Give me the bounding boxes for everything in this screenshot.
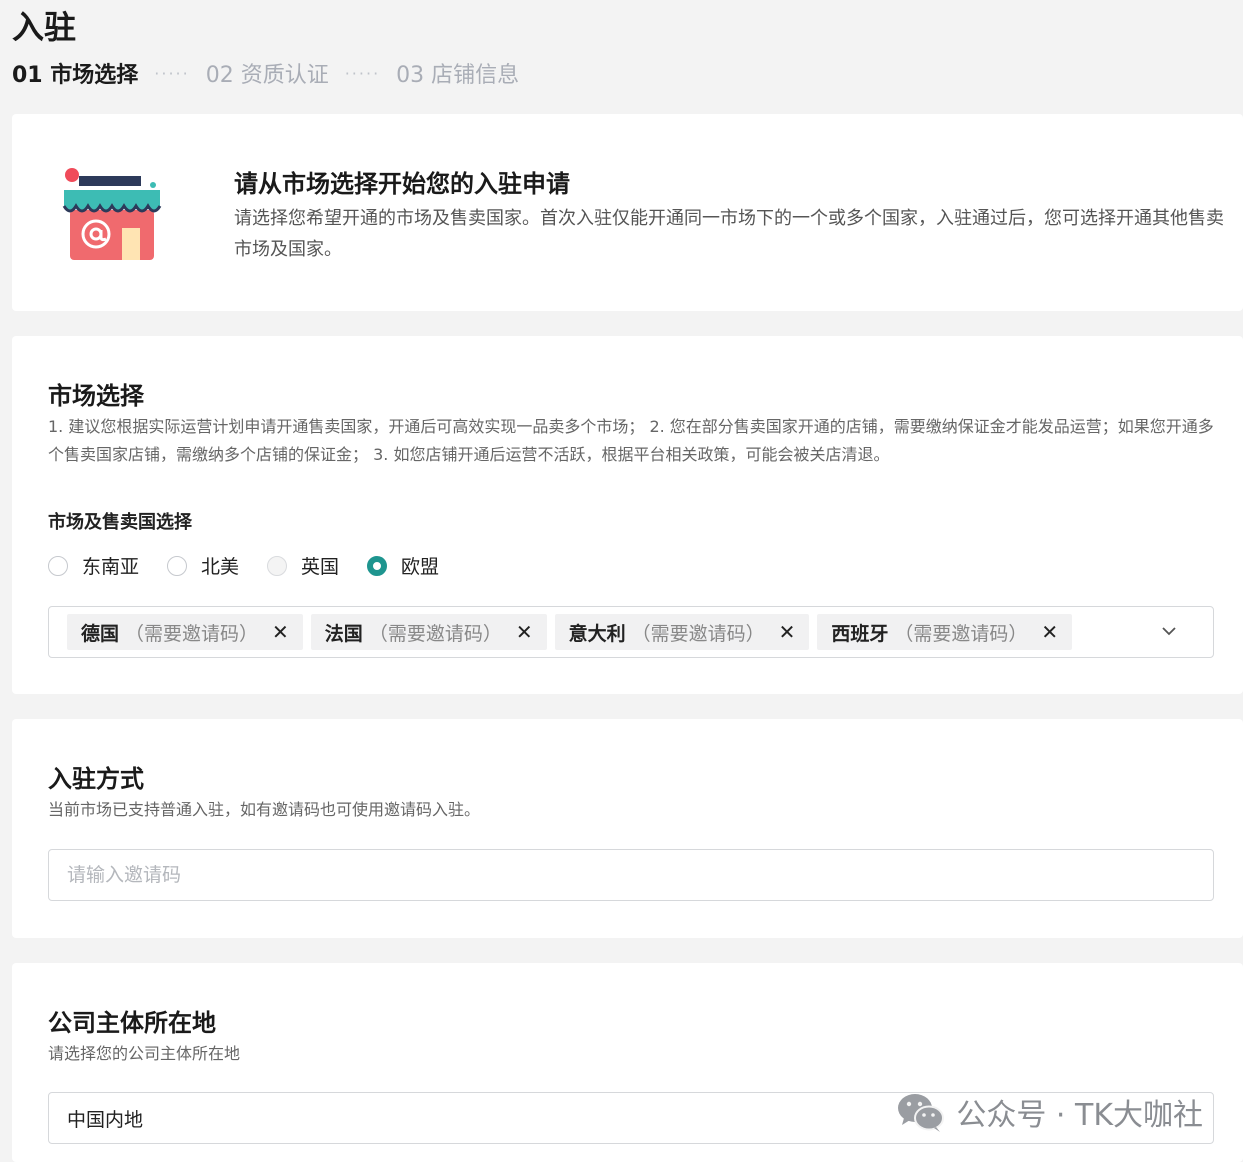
market-radio-group: 东南亚 北美 英国 欧盟 [48,552,467,579]
shop-icon [62,168,162,260]
close-icon[interactable]: ✕ [779,622,796,642]
watermark-text: 公众号 · TK大咖社 [956,1098,1203,1133]
close-icon[interactable]: ✕ [516,622,533,642]
tag-name: 德国 [81,622,120,645]
country-tag-france: 法国 （需要邀请码） ✕ [310,614,547,650]
intro-title: 请从市场选择开始您的入驻申请 [234,170,570,198]
radio-circle [48,555,68,576]
radio-label: 东南亚 [82,556,140,578]
country-tag-germany: 德国 （需要邀请码） ✕ [67,614,303,650]
market-description: 1. 建议您根据实际运营计划申请开通售卖国家，开通后可高效实现一品卖多个市场； … [48,417,1214,464]
radio-eu[interactable]: 欧盟 [367,552,439,579]
radio-circle [267,555,288,576]
close-icon[interactable]: ✕ [272,622,289,642]
step-separator: ····· [154,63,190,83]
radio-label: 北美 [201,556,240,578]
tag-note: （需要邀请码） [368,622,502,645]
tag-name: 意大利 [568,622,626,645]
radio-label: 英国 [301,556,340,578]
country-tag-italy: 意大利 （需要邀请码） ✕ [554,614,810,650]
step-qualification: 02 资质认证 [205,63,329,88]
close-icon[interactable]: ✕ [1041,622,1058,642]
method-title: 入驻方式 [48,765,144,793]
tag-note: （需要邀请码） [631,622,765,645]
company-description: 请选择您的公司主体所在地 [48,1044,241,1063]
radio-label: 欧盟 [401,556,440,578]
chevron-down-icon[interactable] [1159,621,1179,641]
tag-note: （需要邀请码） [894,622,1028,645]
step-shop-info: 03 店铺信息 [396,63,520,88]
stepper: 01 市场选择 ····· 02 资质认证 ····· 03 店铺信息 [12,57,519,89]
radio-circle [167,555,188,576]
intro-description: 请选择您希望开通的市场及售卖国家。首次入驻仅能开通同一市场下的一个或多个国家，入… [234,208,1224,260]
page-title: 入驻 [12,8,77,46]
country-multi-select[interactable]: 德国 （需要邀请码） ✕ 法国 （需要邀请码） ✕ 意大利 （需要邀请码） ✕ … [48,606,1214,658]
market-title: 市场选择 [48,382,144,410]
method-card: 入驻方式 当前市场已支持普通入驻，如有邀请码也可使用邀请码入驻。 [12,719,1243,938]
wechat-icon [898,1094,945,1132]
tag-name: 西班牙 [831,622,889,645]
company-location-value: 中国内地 [67,1108,144,1131]
market-sub-label: 市场及售卖国选择 [48,512,192,533]
step-market-selection: 01 市场选择 [12,63,139,88]
radio-north-america[interactable]: 北美 [167,552,239,579]
tag-note: （需要邀请码） [125,622,259,645]
radio-southeast-asia[interactable]: 东南亚 [48,552,139,579]
method-description: 当前市场已支持普通入驻，如有邀请码也可使用邀请码入驻。 [48,800,481,819]
step-separator: ····· [344,63,381,83]
intro-card: 请从市场选择开始您的入驻申请 请选择您希望开通的市场及售卖国家。首次入驻仅能开通… [12,114,1243,311]
radio-uk[interactable]: 英国 [267,552,339,579]
tag-name: 法国 [324,622,363,645]
radio-circle [367,555,388,576]
market-card: 市场选择 1. 建议您根据实际运营计划申请开通售卖国家，开通后可高效实现一品卖多… [12,336,1243,694]
wechat-watermark: 公众号 · TK大咖社 [896,1090,1203,1134]
company-title: 公司主体所在地 [48,1009,216,1037]
country-tag-spain: 西班牙 （需要邀请码） ✕ [817,614,1073,650]
invite-code-input[interactable] [48,849,1214,901]
